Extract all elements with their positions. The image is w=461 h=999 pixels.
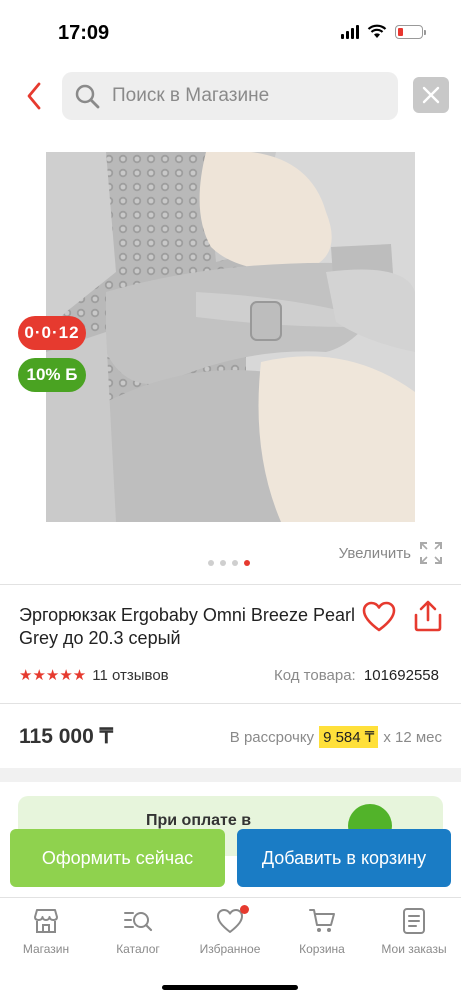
sku: Код товара: 101692558: [274, 667, 439, 684]
gallery-dot[interactable]: [232, 560, 238, 566]
divider: [0, 703, 461, 704]
notification-dot: [240, 905, 249, 914]
share-icon: [414, 600, 442, 632]
share-button[interactable]: [413, 600, 443, 632]
nav-label: Мои заказы: [381, 942, 447, 956]
buy-now-button[interactable]: Оформить сейчас: [10, 829, 225, 887]
zoom-button[interactable]: Увеличить: [339, 541, 443, 565]
back-button[interactable]: [18, 78, 50, 114]
zoom-label: Увеличить: [338, 544, 411, 562]
rating-row[interactable]: ★★★★★ 11 отзывов: [19, 666, 169, 685]
signal-icon: [341, 24, 359, 39]
installment-amount: 9 584 ₸: [319, 726, 379, 748]
section-separator: [0, 768, 461, 782]
nav-item-store[interactable]: Магазин: [0, 906, 92, 956]
favorite-button[interactable]: [362, 601, 396, 633]
search-placeholder: Поиск в Магазине: [112, 85, 270, 106]
wifi-icon: [367, 24, 387, 38]
add-to-cart-button[interactable]: Добавить в корзину: [237, 829, 451, 887]
nav-label: Магазин: [22, 942, 70, 956]
sku-value: 101692558: [363, 667, 439, 684]
search-icon: [75, 84, 100, 109]
nav-label: Избранное: [199, 942, 261, 956]
expand-icon: [420, 542, 442, 564]
search-header: Поиск в Магазине: [0, 70, 461, 122]
gallery-dot-active[interactable]: [244, 560, 250, 566]
nav-label: Корзина: [299, 942, 345, 956]
gallery-dot[interactable]: [208, 560, 214, 566]
nav-item-favorites[interactable]: Избранное: [184, 905, 276, 956]
installment-term: х 12 мес: [383, 728, 442, 746]
battery-icon: [395, 24, 426, 39]
nav-label: Каталог: [116, 942, 160, 956]
gallery-pagination: [208, 560, 250, 566]
close-icon: [422, 86, 440, 104]
price: 115 000 ₸: [19, 725, 113, 748]
bonus-badge: 10% Б: [18, 358, 86, 392]
installment-info[interactable]: В рассрочку 9 584 ₸ х 12 мес: [230, 726, 442, 748]
nav-item-orders[interactable]: Мои заказы: [368, 906, 460, 956]
reviews-count[interactable]: 11 отзывов: [92, 667, 168, 684]
nav-item-catalog[interactable]: Каталог: [92, 906, 184, 956]
product-title: Эргорюкзак Ergobaby Omni Breeze Pearl Gr…: [19, 605, 355, 648]
rating-stars-icon: ★★★★★: [19, 667, 87, 684]
installment-label: В рассрочку: [229, 728, 315, 746]
gallery-dot[interactable]: [220, 560, 226, 566]
status-time: 17:09: [58, 22, 110, 44]
status-bar: 17:09: [0, 0, 461, 60]
cart-icon: [309, 909, 335, 932]
product-image[interactable]: [46, 152, 415, 522]
chevron-left-icon: [27, 82, 41, 110]
store-icon: [34, 909, 58, 933]
home-indicator: [162, 985, 298, 990]
bottom-nav: Магазин Каталог Избранное Корзина Мои за…: [0, 897, 461, 999]
heart-icon: [362, 601, 396, 632]
clear-search-button[interactable]: [413, 77, 449, 113]
status-icons: [341, 24, 426, 39]
search-input[interactable]: Поиск в Магазине: [62, 72, 398, 120]
nav-item-cart[interactable]: Корзина: [276, 906, 368, 956]
timer-badge: 0·0·12: [18, 316, 86, 350]
orders-icon: [403, 908, 425, 934]
promo-text: При оплате в: [146, 812, 252, 829]
catalog-search-icon: [124, 912, 153, 932]
divider: [0, 584, 461, 585]
sku-label: Код товара:: [274, 667, 356, 684]
